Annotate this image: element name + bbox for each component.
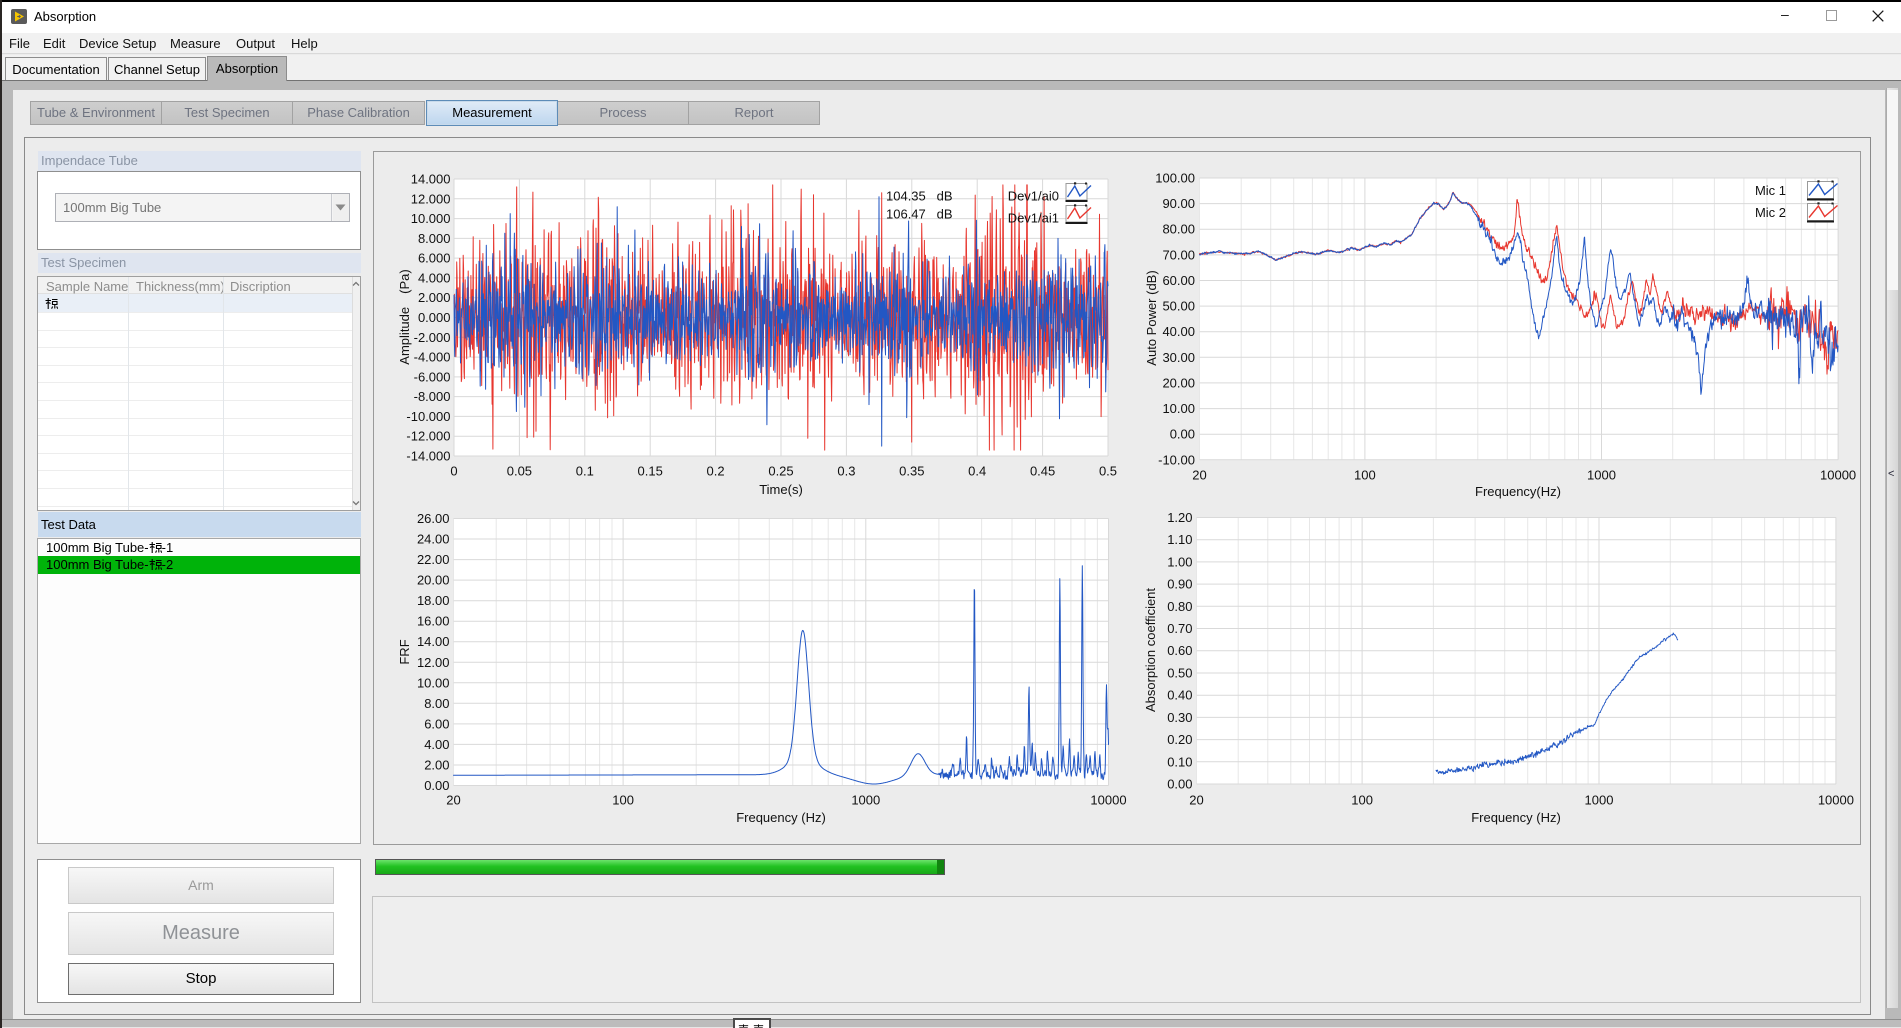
svg-text:1000: 1000 <box>851 793 880 808</box>
svg-text:0.000: 0.000 <box>418 310 451 325</box>
svg-text:Time(s): Time(s) <box>759 482 803 497</box>
svg-text:Frequency (Hz): Frequency (Hz) <box>736 810 826 825</box>
svg-text:70.00: 70.00 <box>1162 247 1195 262</box>
svg-text:0.5: 0.5 <box>1099 464 1117 479</box>
svg-text:0.10: 0.10 <box>1167 754 1192 769</box>
svg-text:0.1: 0.1 <box>576 464 594 479</box>
svg-text:2.000: 2.000 <box>418 290 451 305</box>
svg-text:-10.00: -10.00 <box>1158 452 1195 467</box>
svg-text:0.05: 0.05 <box>507 464 532 479</box>
svg-text:106.47 dB: 106.47 dB <box>886 207 953 222</box>
svg-text:0.3: 0.3 <box>837 464 855 479</box>
svg-text:0.40: 0.40 <box>1167 688 1192 703</box>
svg-text:104.35 dB: 104.35 dB <box>886 189 953 204</box>
svg-text:26.00: 26.00 <box>417 511 450 526</box>
svg-text:-2.000: -2.000 <box>414 330 451 345</box>
svg-text:20.00: 20.00 <box>417 573 450 588</box>
svg-text:-12.000: -12.000 <box>406 429 450 444</box>
svg-text:30.00: 30.00 <box>1162 350 1195 365</box>
svg-text:0.50: 0.50 <box>1167 666 1192 681</box>
svg-text:10000: 10000 <box>1818 793 1854 808</box>
svg-text:20: 20 <box>1192 468 1206 483</box>
svg-text:1.00: 1.00 <box>1167 554 1192 569</box>
svg-text:-4.000: -4.000 <box>414 350 451 365</box>
svg-text:0.35: 0.35 <box>899 464 924 479</box>
svg-text:10000: 10000 <box>1090 793 1126 808</box>
svg-text:100: 100 <box>612 793 634 808</box>
svg-text:100: 100 <box>1354 468 1376 483</box>
svg-text:4.00: 4.00 <box>424 737 449 752</box>
svg-text:8.000: 8.000 <box>418 231 451 246</box>
svg-text:1000: 1000 <box>1587 468 1616 483</box>
svg-text:FRF: FRF <box>397 639 412 664</box>
svg-text:-6.000: -6.000 <box>414 369 451 384</box>
svg-text:0.4: 0.4 <box>968 464 986 479</box>
svg-text:Dev1/ai1: Dev1/ai1 <box>1008 211 1059 226</box>
svg-text:24.00: 24.00 <box>417 532 450 547</box>
svg-text:90.00: 90.00 <box>1162 196 1195 211</box>
svg-text:-10.000: -10.000 <box>406 409 450 424</box>
svg-text:8.00: 8.00 <box>424 696 449 711</box>
svg-text:20: 20 <box>1189 793 1203 808</box>
svg-text:10.00: 10.00 <box>417 675 450 690</box>
svg-text:-14.000: -14.000 <box>406 449 450 464</box>
svg-text:20: 20 <box>446 793 460 808</box>
svg-text:Frequency (Hz): Frequency (Hz) <box>1471 810 1561 825</box>
svg-text:2.00: 2.00 <box>424 758 449 773</box>
svg-text:50.00: 50.00 <box>1162 299 1195 314</box>
svg-text:0.70: 0.70 <box>1167 621 1192 636</box>
svg-text:60.00: 60.00 <box>1162 273 1195 288</box>
svg-text:100: 100 <box>1351 793 1373 808</box>
svg-text:Auto Power (dB): Auto Power (dB) <box>1144 270 1159 365</box>
svg-text:1000: 1000 <box>1585 793 1614 808</box>
svg-text:0.00: 0.00 <box>424 778 449 793</box>
svg-text:6.000: 6.000 <box>418 251 451 266</box>
svg-text:4.000: 4.000 <box>418 270 451 285</box>
svg-text:Mic 1: Mic 1 <box>1755 183 1786 198</box>
svg-text:0.30: 0.30 <box>1167 710 1192 725</box>
svg-text:80.00: 80.00 <box>1162 222 1195 237</box>
svg-text:10.000: 10.000 <box>411 211 451 226</box>
svg-text:0.80: 0.80 <box>1167 599 1192 614</box>
svg-text:-8.000: -8.000 <box>414 389 451 404</box>
svg-text:100.00: 100.00 <box>1155 171 1195 186</box>
svg-text:10000: 10000 <box>1820 468 1856 483</box>
svg-text:14.000: 14.000 <box>411 172 451 187</box>
svg-text:22.00: 22.00 <box>417 552 450 567</box>
svg-text:0.00: 0.00 <box>1170 427 1195 442</box>
svg-text:0.45: 0.45 <box>1030 464 1055 479</box>
svg-text:12.00: 12.00 <box>417 655 450 670</box>
svg-text:Frequency(Hz): Frequency(Hz) <box>1475 484 1561 499</box>
svg-text:16.00: 16.00 <box>417 614 450 629</box>
svg-text:0.00: 0.00 <box>1167 777 1192 792</box>
svg-text:Absorption coefficient: Absorption coefficient <box>1143 588 1158 712</box>
svg-text:0.25: 0.25 <box>768 464 793 479</box>
svg-text:0.60: 0.60 <box>1167 643 1192 658</box>
svg-text:10.00: 10.00 <box>1162 401 1195 416</box>
svg-text:18.00: 18.00 <box>417 593 450 608</box>
svg-text:Amplitude (Pa): Amplitude (Pa) <box>397 269 412 364</box>
svg-text:12.000: 12.000 <box>411 191 451 206</box>
svg-text:1.10: 1.10 <box>1167 532 1192 547</box>
svg-text:1.20: 1.20 <box>1167 510 1192 525</box>
svg-text:40.00: 40.00 <box>1162 324 1195 339</box>
svg-text:14.00: 14.00 <box>417 634 450 649</box>
svg-text:Dev1/ai0: Dev1/ai0 <box>1008 189 1059 204</box>
svg-text:0: 0 <box>450 464 457 479</box>
svg-text:Mic 2: Mic 2 <box>1755 205 1786 220</box>
svg-text:6.00: 6.00 <box>424 716 449 731</box>
svg-text:0.90: 0.90 <box>1167 577 1192 592</box>
svg-text:20.00: 20.00 <box>1162 375 1195 390</box>
svg-text:0.2: 0.2 <box>707 464 725 479</box>
svg-text:0.15: 0.15 <box>638 464 663 479</box>
svg-text:0.20: 0.20 <box>1167 732 1192 747</box>
